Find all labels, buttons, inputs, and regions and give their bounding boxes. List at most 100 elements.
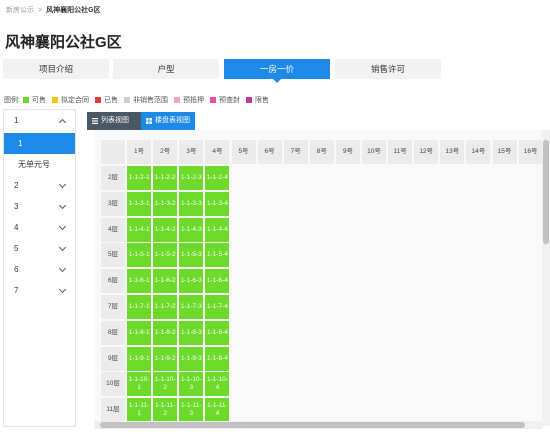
empty-cell — [284, 398, 308, 422]
list-view-button[interactable]: 列表视图 — [87, 112, 141, 130]
unit-cell[interactable]: 1-1-4-1 — [127, 217, 152, 242]
unit-cell[interactable]: 1-1-4-2 — [153, 217, 178, 242]
tab-sales-permit[interactable]: 销售许可 — [335, 59, 441, 79]
unit-cell[interactable]: 1-1-7-4 — [205, 295, 230, 319]
unit-cell[interactable]: 1-1-6-1 — [127, 269, 152, 294]
unit-cell[interactable]: 1-1-9-4 — [205, 346, 230, 371]
unit-cell[interactable]: 1-1-5-3 — [179, 243, 204, 268]
unit-cell[interactable]: 1-1-2-2 — [153, 166, 178, 190]
unit-cell[interactable]: 1-1-4-4 — [205, 217, 230, 242]
unit-cell[interactable]: 1-1-8-2 — [153, 320, 178, 345]
empty-cell — [310, 218, 334, 242]
unit-cell[interactable]: 1-1-10-1 — [127, 372, 152, 397]
sidebar-building-3[interactable]: 3 — [4, 196, 75, 217]
unit-cell[interactable]: 1-1-3-3 — [179, 191, 204, 216]
horizontal-scrollbar[interactable] — [94, 421, 542, 429]
empty-cell — [284, 218, 308, 242]
empty-cell — [440, 192, 464, 216]
unit-cell[interactable]: 1-1-8-3 — [179, 320, 204, 345]
unit-cell[interactable]: 1-1-3-4 — [205, 191, 230, 216]
empty-cell — [336, 321, 360, 345]
unit-cell[interactable]: 1-1-10-3 — [179, 372, 204, 397]
empty-cell — [414, 347, 438, 371]
sidebar-building-5[interactable]: 5 — [4, 238, 75, 259]
tab-project-intro[interactable]: 项目介绍 — [3, 59, 109, 79]
floor-header: 5层 — [101, 243, 125, 268]
empty-cell — [284, 243, 308, 267]
empty-cell — [414, 295, 438, 319]
unit-cell[interactable]: 1-1-6-4 — [205, 269, 230, 294]
empty-cell — [519, 347, 543, 371]
vertical-scrollbar[interactable] — [542, 130, 550, 426]
empty-cell — [362, 398, 386, 422]
tab-unit-prices[interactable]: 一房一价 — [224, 59, 330, 83]
tab-floor-plans[interactable]: 户型 — [113, 59, 219, 79]
sidebar-building-4[interactable]: 4 — [4, 217, 75, 238]
unit-cell[interactable]: 1-1-9-2 — [153, 346, 178, 371]
unit-cell[interactable]: 1-1-7-1 — [127, 295, 152, 319]
unit-cell[interactable]: 1-1-4-3 — [179, 217, 204, 242]
empty-cell — [466, 321, 490, 345]
unit-cell[interactable]: 1-1-5-1 — [127, 243, 152, 268]
building-table: 1号 2号 3号 4号 5号 6号 7号 8号 9号 10号 11号 12号 13号 14号 15号 16号 2… — [94, 130, 550, 426]
empty-cell — [466, 243, 490, 267]
unit-cell[interactable]: 1-1-2-1 — [127, 166, 152, 190]
empty-cell — [519, 243, 543, 267]
unit-cell[interactable]: 1-1-5-4 — [205, 243, 230, 268]
unit-cell[interactable]: 1-1-11-1 — [127, 398, 152, 423]
unit-cell[interactable]: 1-1-6-2 — [153, 269, 178, 294]
empty-cell — [362, 372, 386, 396]
empty-cell — [232, 166, 256, 190]
empty-cell — [414, 166, 438, 190]
empty-cell — [519, 192, 543, 216]
sidebar-unit-1[interactable]: 1 — [4, 133, 75, 154]
empty-cell — [388, 295, 412, 319]
unit-cell[interactable]: 1-1-8-1 — [127, 320, 152, 345]
building-table-view-button[interactable]: 楼盘表视图 — [141, 112, 195, 130]
column-header: 11号 — [388, 140, 413, 164]
sidebar-building-1[interactable]: 1 — [4, 110, 75, 131]
unit-cell[interactable]: 1-1-5-2 — [153, 243, 178, 268]
unit-cell[interactable]: 1-1-3-1 — [127, 191, 152, 216]
sidebar-building-6[interactable]: 6 — [4, 259, 75, 280]
sidebar-unit-none[interactable]: 无单元号 — [4, 154, 75, 175]
empty-cell — [336, 192, 360, 216]
unit-cell[interactable]: 1-1-2-3 — [179, 166, 204, 190]
chevron-down-icon — [58, 264, 67, 273]
list-view-label: 列表视图 — [101, 117, 129, 124]
sidebar-building-2[interactable]: 2 — [4, 175, 75, 196]
empty-cell — [310, 192, 334, 216]
empty-cell — [466, 166, 490, 190]
unit-cell[interactable]: 1-1-10-4 — [205, 372, 230, 397]
horizontal-scrollbar-thumb[interactable] — [100, 422, 525, 428]
unit-cell[interactable]: 1-1-7-2 — [153, 295, 178, 319]
legend-swatch — [123, 97, 130, 103]
empty-cell — [388, 347, 412, 371]
column-header: 15号 — [492, 140, 517, 164]
unit-cell[interactable]: 1-1-11-4 — [205, 398, 230, 423]
unit-cell[interactable]: 1-1-11-3 — [179, 398, 204, 423]
empty-cell — [336, 269, 360, 293]
column-header: 9号 — [335, 140, 360, 164]
chevron-up-icon — [58, 118, 67, 127]
table-corner-header — [101, 140, 125, 164]
breadcrumb-parent-link[interactable]: 新房公示 — [6, 7, 34, 14]
floor-header: 2层 — [101, 166, 125, 190]
sidebar-building-7[interactable]: 7 — [4, 280, 75, 301]
unit-cell[interactable]: 1-1-7-3 — [179, 295, 204, 319]
unit-cell[interactable]: 1-1-3-2 — [153, 191, 178, 216]
unit-cell[interactable]: 1-1-10-2 — [153, 372, 178, 397]
vertical-scrollbar-thumb[interactable] — [543, 140, 549, 244]
unit-cell[interactable]: 1-1-8-4 — [205, 320, 230, 345]
unit-cell[interactable]: 1-1-9-1 — [127, 346, 152, 371]
unit-cell[interactable]: 1-1-2-4 — [205, 166, 230, 190]
unit-cell[interactable]: 1-1-9-3 — [179, 346, 204, 371]
empty-cell — [440, 295, 464, 319]
empty-cell — [466, 398, 490, 422]
empty-cell — [440, 372, 464, 396]
empty-cell — [336, 243, 360, 267]
unit-cell[interactable]: 1-1-11-2 — [153, 398, 178, 423]
unit-cell[interactable]: 1-1-6-3 — [179, 269, 204, 294]
empty-cell — [310, 321, 334, 345]
empty-cell — [466, 192, 490, 216]
